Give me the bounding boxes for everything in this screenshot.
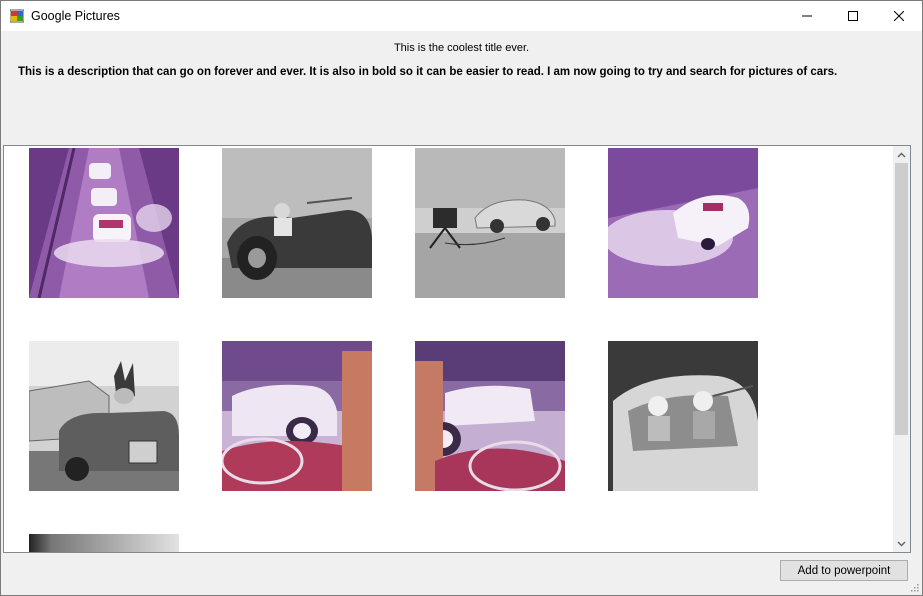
gallery-image[interactable] [608, 341, 758, 491]
gallery-image[interactable] [29, 341, 179, 491]
app-icon [10, 9, 24, 23]
gallery-image[interactable] [29, 534, 179, 552]
chevron-down-icon [897, 541, 906, 546]
scroll-up-button[interactable] [893, 146, 910, 163]
minimize-button[interactable] [784, 1, 830, 31]
close-button[interactable] [876, 1, 922, 31]
vertical-scrollbar[interactable] [893, 146, 910, 552]
scrollbar-thumb[interactable] [895, 163, 908, 435]
chevron-up-icon [897, 152, 906, 157]
add-to-powerpoint-button[interactable]: Add to powerpoint [780, 560, 908, 581]
maximize-icon [848, 11, 858, 21]
gallery-image[interactable] [608, 148, 758, 298]
page-description: This is a description that can go on for… [18, 66, 838, 78]
scroll-down-button[interactable] [893, 535, 910, 552]
gallery-image[interactable] [222, 148, 372, 298]
resize-grip-icon[interactable] [909, 582, 919, 592]
window-title: Google Pictures [31, 9, 120, 23]
gallery-image[interactable] [415, 341, 565, 491]
app-window: Google Pictures This is the coolest titl… [0, 0, 923, 596]
minimize-icon [802, 15, 812, 17]
gallery-image[interactable] [415, 148, 565, 298]
maximize-button[interactable] [830, 1, 876, 31]
page-title: This is the coolest title ever. [393, 42, 530, 54]
close-icon [894, 11, 904, 21]
gallery-image[interactable] [222, 341, 372, 491]
gallery-image[interactable] [29, 148, 179, 298]
image-gallery[interactable] [3, 145, 911, 553]
title-bar[interactable]: Google Pictures [1, 1, 922, 31]
